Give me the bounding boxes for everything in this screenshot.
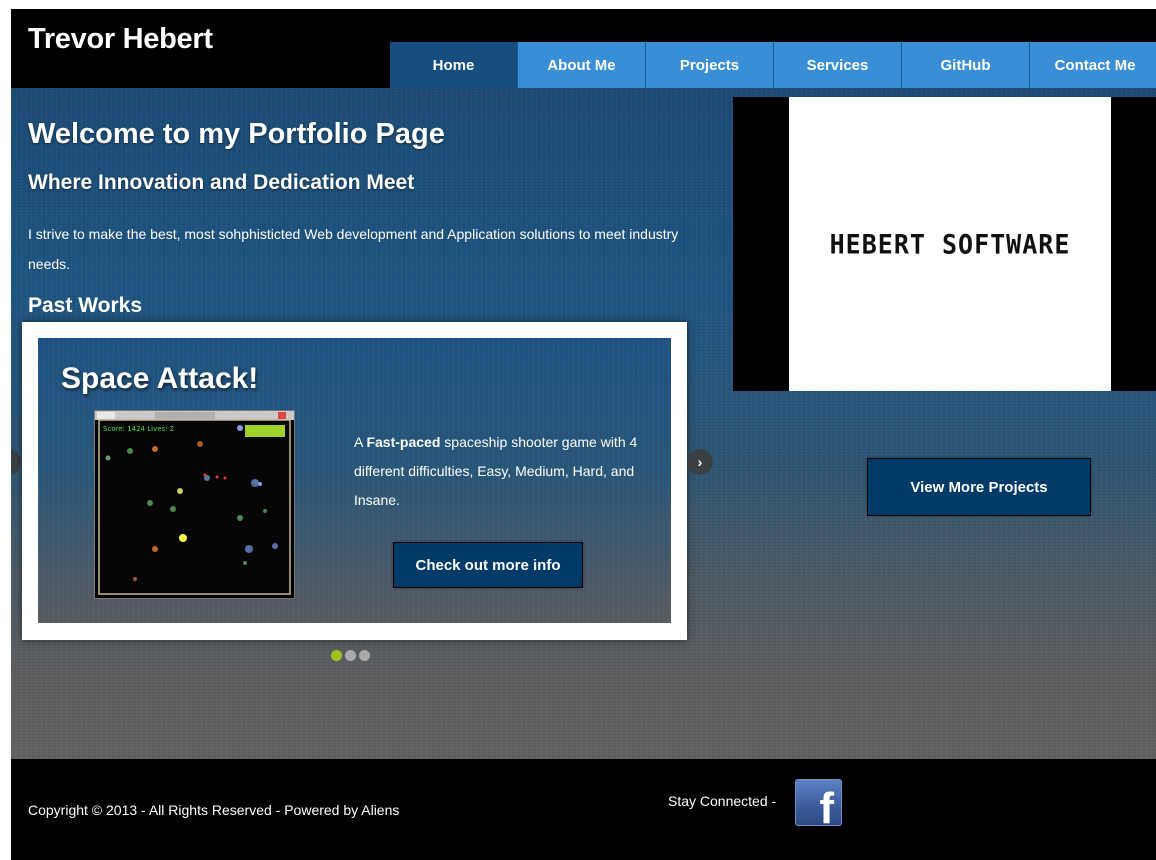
carousel-next-arrow-icon[interactable]: › xyxy=(687,449,713,475)
intro-text: I strive to make the best, most sohphist… xyxy=(28,226,679,272)
space-attack-screenshot[interactable]: Score: 1424 Lives: 2 xyxy=(94,410,295,599)
nav-contact-me[interactable]: Contact Me xyxy=(1030,42,1156,88)
view-more-projects-button[interactable]: View More Projects xyxy=(867,458,1091,516)
main-nav: Home About Me Projects Services GitHub C… xyxy=(390,42,1156,88)
site-title[interactable]: Trevor Hebert xyxy=(28,23,213,56)
nav-home[interactable]: Home xyxy=(390,42,518,88)
nav-about-me[interactable]: About Me xyxy=(518,42,646,88)
welcome-heading: Welcome to my Portfolio Page xyxy=(28,118,445,150)
nav-github[interactable]: GitHub xyxy=(902,42,1030,88)
footer: Copyright © 2013 - All Rights Reserved -… xyxy=(11,759,1156,860)
tagline-heading: Where Innovation and Dedication Meet xyxy=(28,171,415,194)
game-screenshot-graphic: Score: 1424 Lives: 2 xyxy=(95,411,294,595)
past-works-carousel: Space Attack! Score: 1424 Lives: 2 A Fas… xyxy=(22,322,687,640)
carousel-dot[interactable] xyxy=(359,650,370,661)
carousel-slide: Space Attack! Score: 1424 Lives: 2 A Fas… xyxy=(38,338,671,623)
past-works-heading: Past Works xyxy=(28,294,142,317)
nav-projects[interactable]: Projects xyxy=(646,42,774,88)
logo-panel: HEBERT SOFTWARE xyxy=(733,97,1156,391)
game-hud-text: Score: 1424 Lives: 2 xyxy=(103,425,174,433)
logo-card: HEBERT SOFTWARE xyxy=(789,97,1111,391)
slide-description: A Fast-paced spaceship shooter game with… xyxy=(354,434,638,508)
nav-services[interactable]: Services xyxy=(774,42,902,88)
check-out-more-info-button[interactable]: Check out more info xyxy=(393,542,583,588)
stay-connected-label: Stay Connected - xyxy=(668,793,777,809)
carousel-dot[interactable] xyxy=(345,650,356,661)
copyright-text: Copyright © 2013 - All Rights Reserved -… xyxy=(28,802,400,818)
carousel-dot[interactable] xyxy=(331,650,342,661)
carousel-pagination xyxy=(331,650,370,661)
slide-title: Space Attack! xyxy=(61,362,259,395)
hebert-software-logo: HEBERT SOFTWARE xyxy=(829,228,1071,260)
page: Trevor Hebert Home About Me Projects Ser… xyxy=(11,9,1156,860)
facebook-icon[interactable]: f xyxy=(795,779,842,826)
